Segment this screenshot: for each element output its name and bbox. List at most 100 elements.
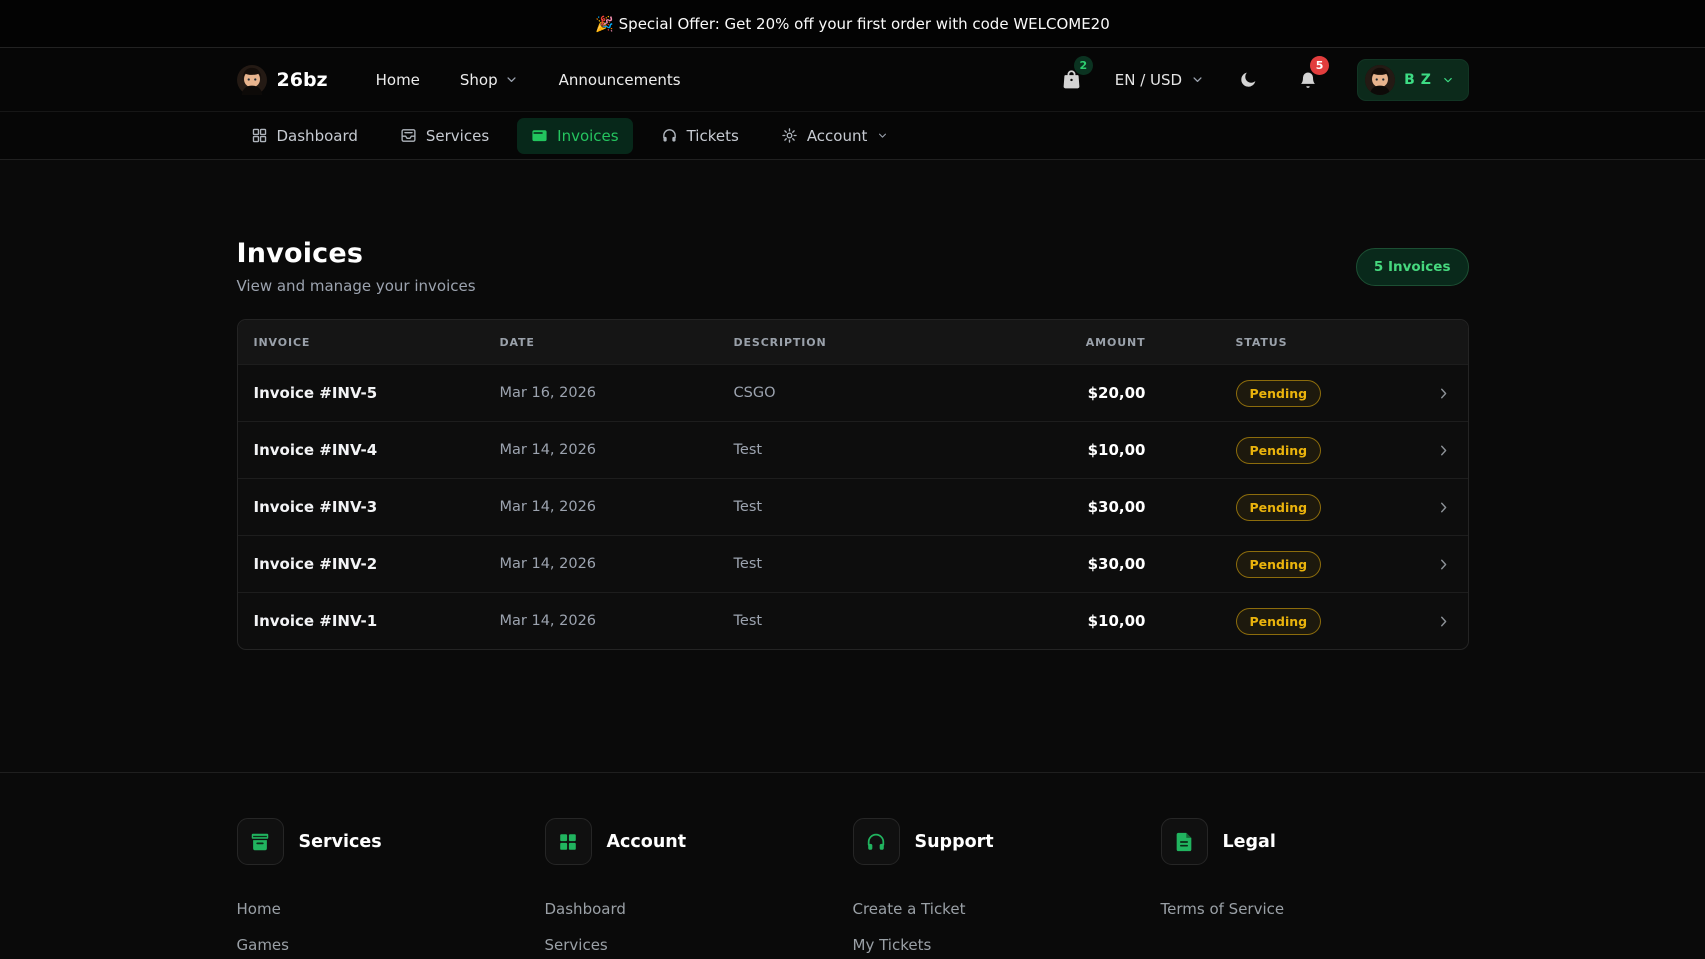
subnav-item-account[interactable]: Account	[767, 118, 904, 154]
col-header-amount: Amount	[974, 336, 1146, 349]
page-subtitle: View and manage your invoices	[237, 277, 476, 295]
row-open-button[interactable]	[1396, 442, 1452, 459]
headphones-icon	[661, 127, 678, 144]
invoice-description: Test	[734, 499, 974, 515]
page-title: Invoices	[237, 238, 476, 269]
cart-count-badge: 2	[1074, 56, 1093, 75]
theme-toggle-button[interactable]	[1231, 63, 1265, 97]
cart-button[interactable]: 2	[1055, 63, 1089, 97]
status-badge: Pending	[1236, 608, 1322, 635]
nav-home[interactable]: Home	[376, 71, 420, 89]
footer-link-terms[interactable]: Terms of Service	[1161, 892, 1469, 926]
footer-col-title: Services	[299, 832, 382, 852]
invoice-date: Mar 14, 2026	[500, 556, 734, 572]
chevron-right-icon	[1435, 499, 1452, 516]
status-badge: Pending	[1236, 380, 1322, 407]
invoice-id: Invoice #INV-2	[254, 555, 500, 573]
footer-col-services: Services Home Games VPS	[237, 818, 545, 959]
locale-label: EN / USD	[1115, 71, 1182, 89]
notification-count-badge: 5	[1310, 56, 1329, 75]
footer-col-legal: Legal Terms of Service	[1161, 818, 1469, 959]
invoice-id: Invoice #INV-3	[254, 498, 500, 516]
footer: Services Home Games VPS Account Dashboar…	[0, 772, 1705, 959]
footer-col-title: Account	[607, 832, 687, 852]
invoice-amount: $10,00	[974, 441, 1146, 459]
chevron-down-icon	[876, 129, 889, 142]
col-header-status: Status	[1146, 336, 1396, 349]
table-row[interactable]: Invoice #INV-1 Mar 14, 2026 Test $10,00 …	[238, 592, 1468, 649]
footer-link-create-ticket[interactable]: Create a Ticket	[853, 892, 1161, 926]
nav-shop[interactable]: Shop	[460, 71, 519, 89]
invoice-count-badge[interactable]: 5 Invoices	[1356, 248, 1469, 286]
row-open-button[interactable]	[1396, 556, 1452, 573]
table-header-row: Invoice Date Description Amount Status	[238, 320, 1468, 364]
invoice-id: Invoice #INV-1	[254, 612, 500, 630]
subnav-item-dashboard[interactable]: Dashboard	[237, 118, 372, 154]
invoice-status: Pending	[1146, 380, 1396, 407]
chevron-right-icon	[1435, 613, 1452, 630]
table-row[interactable]: Invoice #INV-4 Mar 14, 2026 Test $10,00 …	[238, 421, 1468, 478]
announcement-banner: 🎉 Special Offer: Get 20% off your first …	[0, 0, 1705, 48]
footer-col-title: Support	[915, 832, 994, 852]
invoice-date: Mar 14, 2026	[500, 442, 734, 458]
chevron-right-icon	[1435, 385, 1452, 402]
subnav: Dashboard Services Invoices Tickets Acco…	[0, 112, 1705, 160]
footer-link-services[interactable]: Services	[545, 928, 853, 959]
legal-document-icon	[1161, 818, 1208, 865]
moon-icon	[1238, 70, 1258, 90]
subnav-item-invoices[interactable]: Invoices	[517, 118, 632, 154]
status-badge: Pending	[1236, 494, 1322, 521]
invoice-status: Pending	[1146, 437, 1396, 464]
brand[interactable]: 26bz	[237, 65, 328, 95]
invoice-description: Test	[734, 556, 974, 572]
services-box-icon	[237, 818, 284, 865]
announcement-text: 🎉 Special Offer: Get 20% off your first …	[595, 15, 1110, 33]
invoice-description: Test	[734, 613, 974, 629]
invoice-amount: $30,00	[974, 498, 1146, 516]
invoice-amount: $30,00	[974, 555, 1146, 573]
table-row[interactable]: Invoice #INV-3 Mar 14, 2026 Test $30,00 …	[238, 478, 1468, 535]
notifications-button[interactable]: 5	[1291, 63, 1325, 97]
user-avatar	[1365, 65, 1395, 95]
footer-col-account: Account Dashboard Services Invoices	[545, 818, 853, 959]
invoice-status: Pending	[1146, 608, 1396, 635]
footer-link-dashboard[interactable]: Dashboard	[545, 892, 853, 926]
status-badge: Pending	[1236, 437, 1322, 464]
chevron-down-icon	[1441, 73, 1455, 87]
chevron-right-icon	[1435, 442, 1452, 459]
subnav-item-tickets[interactable]: Tickets	[647, 118, 753, 154]
table-row[interactable]: Invoice #INV-5 Mar 16, 2026 CSGO $20,00 …	[238, 364, 1468, 421]
row-open-button[interactable]	[1396, 613, 1452, 630]
support-headphones-icon	[853, 818, 900, 865]
invoice-description: Test	[734, 442, 974, 458]
col-header-description: Description	[734, 336, 974, 349]
invoice-date: Mar 14, 2026	[500, 499, 734, 515]
subnav-item-services[interactable]: Services	[386, 118, 503, 154]
status-badge: Pending	[1236, 551, 1322, 578]
col-header-date: Date	[500, 336, 734, 349]
invoice-status: Pending	[1146, 494, 1396, 521]
nav-announcements[interactable]: Announcements	[559, 71, 681, 89]
invoice-amount: $20,00	[974, 384, 1146, 402]
user-menu-button[interactable]: B Z	[1357, 59, 1468, 101]
col-header-invoice: Invoice	[254, 336, 500, 349]
locale-selector[interactable]: EN / USD	[1115, 71, 1205, 89]
invoice-date: Mar 14, 2026	[500, 613, 734, 629]
user-name: B Z	[1404, 72, 1431, 88]
brand-avatar	[237, 65, 267, 95]
footer-col-title: Legal	[1223, 832, 1276, 852]
footer-link-my-tickets[interactable]: My Tickets	[853, 928, 1161, 959]
account-grid-icon	[545, 818, 592, 865]
invoice-id: Invoice #INV-5	[254, 384, 500, 402]
row-open-button[interactable]	[1396, 499, 1452, 516]
gear-icon	[781, 127, 798, 144]
services-box-icon	[400, 127, 417, 144]
footer-link-games[interactable]: Games	[237, 928, 545, 959]
navbar: 26bz Home Shop Announcements 2 EN / USD	[0, 48, 1705, 112]
row-open-button[interactable]	[1396, 385, 1452, 402]
chevron-right-icon	[1435, 556, 1452, 573]
table-row[interactable]: Invoice #INV-2 Mar 14, 2026 Test $30,00 …	[238, 535, 1468, 592]
footer-link-home[interactable]: Home	[237, 892, 545, 926]
chevron-down-icon	[504, 72, 519, 87]
invoice-description: CSGO	[734, 385, 974, 401]
